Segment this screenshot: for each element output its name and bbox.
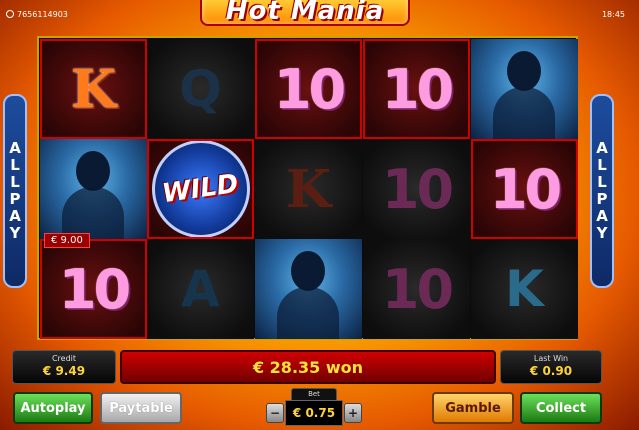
- line-win-label: € 9.00: [44, 233, 90, 248]
- reel-1-row-2-symbol: [40, 139, 147, 239]
- bet-increase-button[interactable]: +: [344, 403, 362, 423]
- wild-symbol: WILD: [151, 141, 250, 237]
- reel-1-row-1-symbol: K: [40, 39, 147, 139]
- logo-text: Hot Mania: [225, 0, 385, 26]
- reel-3-row-1-symbol: 10: [255, 39, 362, 139]
- collect-button[interactable]: Collect: [520, 392, 602, 424]
- reel-3-row-3-symbol: [255, 239, 362, 339]
- top-bar: 7656114903 Hot Mania 18:45: [0, 0, 639, 28]
- last-win-panel: Last Win € 0.90: [500, 350, 602, 384]
- reel-2-row-1-symbol: Q: [147, 39, 254, 139]
- last-win-value: € 0.90: [529, 364, 573, 378]
- reel-grid: K 10 Q WILD A 10 K 10 10 10 10 K: [37, 36, 578, 340]
- reel-2-row-3-symbol: A: [147, 239, 254, 339]
- reel-1-row-3-symbol: 10: [40, 239, 147, 339]
- clock: 18:45: [601, 10, 625, 19]
- credit-label: Credit: [51, 354, 77, 363]
- reel-5-row-1-symbol: [471, 39, 578, 139]
- woman-symbol: [255, 239, 362, 339]
- reel-4-row-2-symbol: 10: [363, 139, 470, 239]
- last-win-label: Last Win: [533, 354, 569, 363]
- reel-4-row-3-symbol: 10: [363, 239, 470, 339]
- bet-control: Bet − € 0.75 +: [263, 388, 363, 428]
- gamble-button[interactable]: Gamble: [432, 392, 514, 424]
- reel-2-row-2-symbol: WILD: [147, 139, 254, 239]
- reel-5-row-3-symbol: K: [471, 239, 578, 339]
- reel-4-row-1-symbol: 10: [363, 39, 470, 139]
- reel-3-row-2-symbol: K: [255, 139, 362, 239]
- info-icon: [6, 10, 14, 18]
- bet-decrease-button[interactable]: −: [266, 403, 284, 423]
- autoplay-button[interactable]: Autoplay: [13, 392, 93, 424]
- bet-value: € 0.75: [285, 400, 343, 426]
- credit-panel: Credit € 9.49: [12, 350, 116, 384]
- session-id: 7656114903: [6, 10, 68, 19]
- session-id-text: 7656114903: [17, 10, 68, 19]
- reel-5-row-2-symbol: 10: [471, 139, 578, 239]
- allpay-banner-left: ALLPAY: [3, 94, 27, 288]
- game-logo: Hot Mania: [200, 0, 410, 26]
- woman-symbol: [471, 39, 578, 139]
- credit-value: € 9.49: [42, 364, 86, 378]
- woman-symbol: [40, 139, 147, 239]
- paytable-button[interactable]: Paytable: [100, 392, 182, 424]
- win-display: € 28.35 won: [120, 350, 496, 384]
- allpay-banner-right: ALLPAY: [590, 94, 614, 288]
